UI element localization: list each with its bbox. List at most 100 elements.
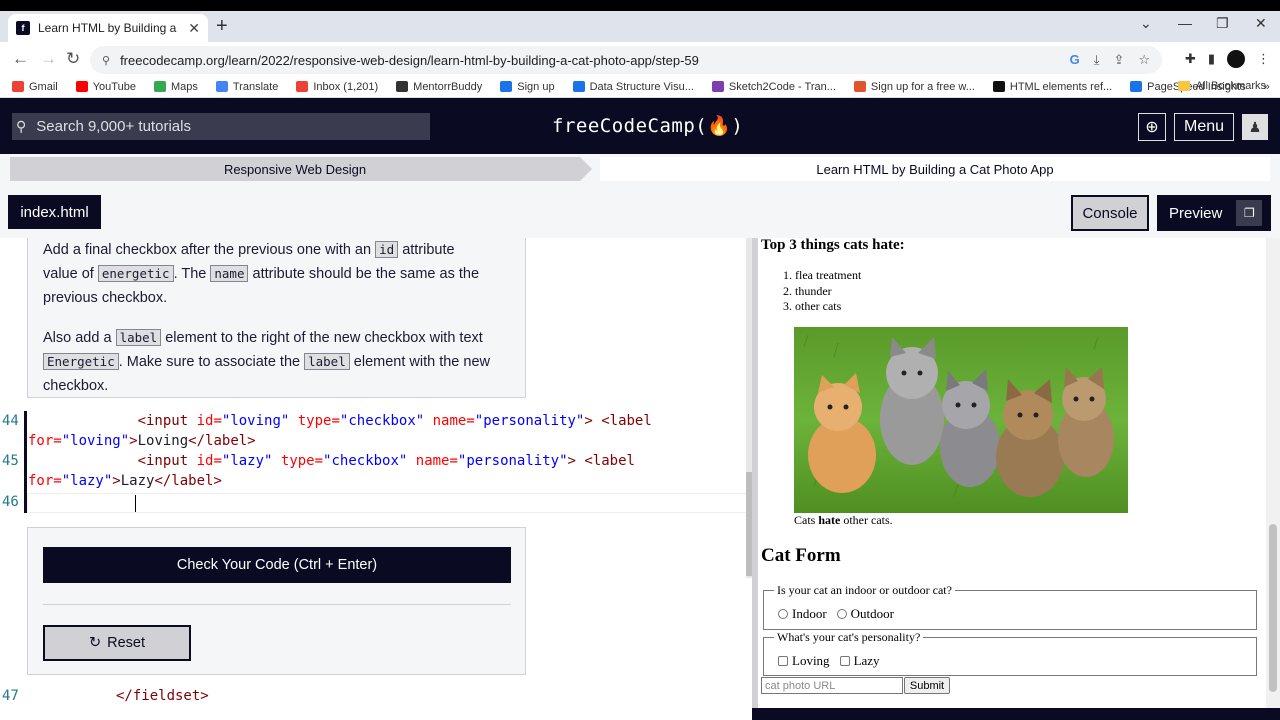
bookmark-favicon-icon [711, 81, 724, 92]
inline-code: energetic [97, 265, 174, 282]
checkbox-row: Loving Lazy [778, 653, 880, 669]
personality-fieldset: What's your cat's personality? Loving La… [763, 630, 1257, 676]
code-editor[interactable]: 44 <input id="loving" type="checkbox" na… [0, 411, 752, 513]
new-tab-icon[interactable]: + [216, 16, 228, 36]
install-icon[interactable]: ⤓ [1094, 52, 1100, 68]
site-info-icon[interactable]: ⚲ [102, 54, 110, 67]
bookmark-label: Inbox (1,201) [313, 80, 379, 93]
file-tab-index-html[interactable]: index.html [8, 195, 101, 229]
all-bookmarks[interactable]: All Bookmarks [1177, 80, 1266, 92]
lazy-checkbox[interactable] [839, 656, 850, 666]
submit-button[interactable]: Submit [904, 677, 950, 694]
extensions-icon[interactable]: ✚ [1185, 51, 1196, 67]
window-top-strip [0, 0, 1280, 11]
loving-checkbox[interactable] [778, 656, 788, 666]
bookmark-favicon-icon [992, 81, 1005, 92]
top3-heading: Top 3 things cats hate: [761, 238, 905, 253]
outdoor-radio[interactable] [836, 609, 847, 619]
cat-photo-url-input[interactable]: cat photo URL [761, 677, 903, 694]
bottom-strip-left [0, 708, 752, 720]
close-tab-icon[interactable]: ✕ [188, 20, 200, 37]
text: Also add a [43, 330, 112, 346]
radio-row: Indoor Outdoor [778, 606, 894, 622]
bookmark-item[interactable]: Maps [153, 81, 198, 93]
instructions-panel: Add a final checkbox after the previous … [27, 238, 526, 398]
reload-icon[interactable]: ↻ [66, 49, 80, 69]
google-icon[interactable]: G [1070, 52, 1080, 68]
breadcrumb-block[interactable]: Learn HTML by Building a Cat Photo App [600, 157, 1270, 181]
bookmark-favicon-icon [572, 81, 585, 92]
actions-panel: Check Your Code (Ctrl + Enter) ↻ Reset [27, 527, 526, 675]
fieldset-legend: What's your cat's personality? [774, 630, 924, 645]
bookmark-favicon-icon [500, 81, 513, 92]
menu-button[interactable]: Menu [1174, 113, 1234, 141]
check-code-button[interactable]: Check Your Code (Ctrl + Enter) [43, 547, 511, 583]
breadcrumb: Responsive Web Design Learn HTML by Buil… [0, 154, 1280, 184]
preview-frame: Top 3 things cats hate: flea treatment t… [758, 238, 1266, 708]
search-icon: ⚲ [16, 118, 27, 134]
popout-icon[interactable]: ❐ [1236, 200, 1263, 226]
tab-search-icon[interactable]: ⌄ [1140, 15, 1152, 32]
bookmark-item[interactable]: Translate [215, 80, 279, 93]
bookmark-label: YouTube [92, 80, 136, 93]
bookmark-label: Translate [232, 80, 279, 93]
bookmark-favicon-icon [215, 81, 228, 92]
forward-icon[interactable]: → [40, 49, 57, 69]
bookmark-item[interactable]: Inbox (1,201) [296, 81, 378, 93]
loving-label[interactable]: Loving [792, 653, 830, 669]
fcc-logo[interactable]: freeCodeCamp(🔥) [552, 114, 743, 137]
minimize-icon[interactable]: — [1178, 15, 1192, 31]
bookmark-item[interactable]: YouTube [75, 80, 136, 93]
bookmark-star-icon[interactable]: ☆ [1138, 52, 1150, 68]
bookmark-item[interactable]: MentorrBuddy [396, 81, 482, 93]
text: . The [173, 266, 207, 282]
reset-button[interactable]: ↻ Reset [43, 625, 191, 661]
image-caption: Cats hate other cats. [794, 513, 893, 528]
address-bar-row: ← → ↻ ⚲ freecodecamp.org/learn/2022/resp… [0, 42, 1280, 76]
reset-icon: ↻ [88, 635, 102, 651]
list-item: thunder [795, 284, 861, 300]
browser-tab-active[interactable]: f Learn HTML by Building a Cat Ph ✕ [8, 14, 208, 42]
code-line-47: </fieldset> [116, 688, 209, 704]
bookmark-label: MentorrBuddy [413, 80, 483, 93]
text: Add a final checkbox after the previous … [43, 242, 372, 258]
indoor-label[interactable]: Indoor [792, 606, 827, 622]
user-avatar-icon[interactable]: ♟ [1242, 114, 1268, 140]
profile-avatar[interactable] [1227, 50, 1245, 68]
maximize-icon[interactable]: ❐ [1216, 15, 1229, 32]
url-bar[interactable]: ⚲ freecodecamp.org/learn/2022/responsive… [90, 46, 1162, 74]
side-panel-icon[interactable]: ▮ [1208, 51, 1215, 67]
search-input[interactable]: ⚲ Search 9,000+ tutorials [12, 113, 430, 140]
preview-scrollbar-thumb[interactable] [1269, 524, 1277, 692]
close-window-icon[interactable]: ✕ [1255, 15, 1267, 32]
bookmark-item[interactable]: Sign up for a free w... [853, 81, 975, 93]
browser-menu-icon[interactable]: ⋮ [1257, 51, 1270, 67]
line-number: 45 [2, 453, 19, 469]
tab-title: Learn HTML by Building a Cat Ph [38, 21, 180, 35]
preview-label: Preview [1169, 204, 1223, 222]
preview-button[interactable]: Preview ❐ [1157, 195, 1271, 231]
back-icon[interactable]: ← [12, 49, 29, 69]
bookmark-label: Sign up [517, 80, 555, 93]
bookmark-item[interactable]: Data Structure Visu... [572, 81, 694, 93]
share-icon[interactable]: ⇪ [1113, 52, 1124, 68]
bookmark-item[interactable]: Sketch2Code - Tran... [711, 80, 836, 93]
folder-icon [1177, 81, 1190, 91]
inline-code: Energetic [43, 353, 119, 370]
bookmark-item[interactable]: Gmail [12, 81, 58, 93]
lazy-label[interactable]: Lazy [854, 653, 880, 669]
console-button[interactable]: Console [1071, 195, 1149, 231]
indoor-radio[interactable] [778, 609, 788, 619]
bookmark-item[interactable]: HTML elements ref... [992, 81, 1112, 93]
outdoor-label[interactable]: Outdoor [851, 606, 894, 622]
bookmark-favicon-icon [153, 81, 166, 92]
code-line-45-wrap: for="lazy">Lazy</label> [28, 473, 222, 489]
text-cursor [135, 495, 136, 512]
cat-form-heading: Cat Form [761, 545, 841, 566]
bookmark-item[interactable]: Sign up [500, 80, 555, 93]
bookmark-label: Sketch2Code - Tran... [728, 80, 836, 93]
reset-label: Reset [107, 635, 146, 651]
breadcrumb-superblock[interactable]: Responsive Web Design [10, 157, 580, 181]
language-globe-icon[interactable]: ⊕ [1138, 113, 1166, 141]
fcc-favicon-icon: f [16, 21, 30, 35]
